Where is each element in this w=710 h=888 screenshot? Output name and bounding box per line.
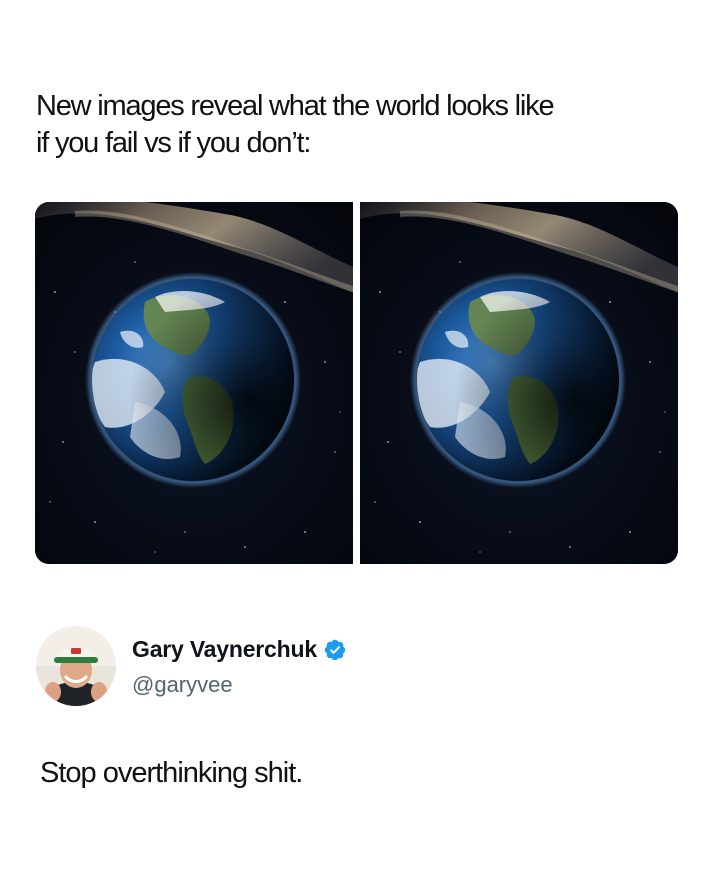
image-comparison bbox=[35, 202, 678, 564]
verified-badge-icon bbox=[323, 638, 347, 662]
author-handle[interactable]: @garyvee bbox=[132, 672, 233, 698]
tweet-text: Stop overthinking shit. bbox=[40, 757, 303, 789]
headline: New images reveal what the world looks l… bbox=[36, 88, 676, 162]
avatar[interactable] bbox=[36, 626, 116, 706]
earth-illustration-left bbox=[35, 202, 353, 564]
earth-image-left[interactable] bbox=[35, 202, 353, 564]
author-display-name[interactable]: Gary Vaynerchuk bbox=[132, 636, 317, 663]
earth-image-right[interactable] bbox=[360, 202, 678, 564]
headline-line-2: if you fail vs if you don’t: bbox=[36, 127, 311, 159]
avatar-photo bbox=[36, 626, 116, 706]
earth-illustration-right bbox=[360, 202, 678, 564]
author-name-row: Gary Vaynerchuk bbox=[132, 636, 347, 663]
headline-line-1: New images reveal what the world looks l… bbox=[36, 90, 555, 122]
